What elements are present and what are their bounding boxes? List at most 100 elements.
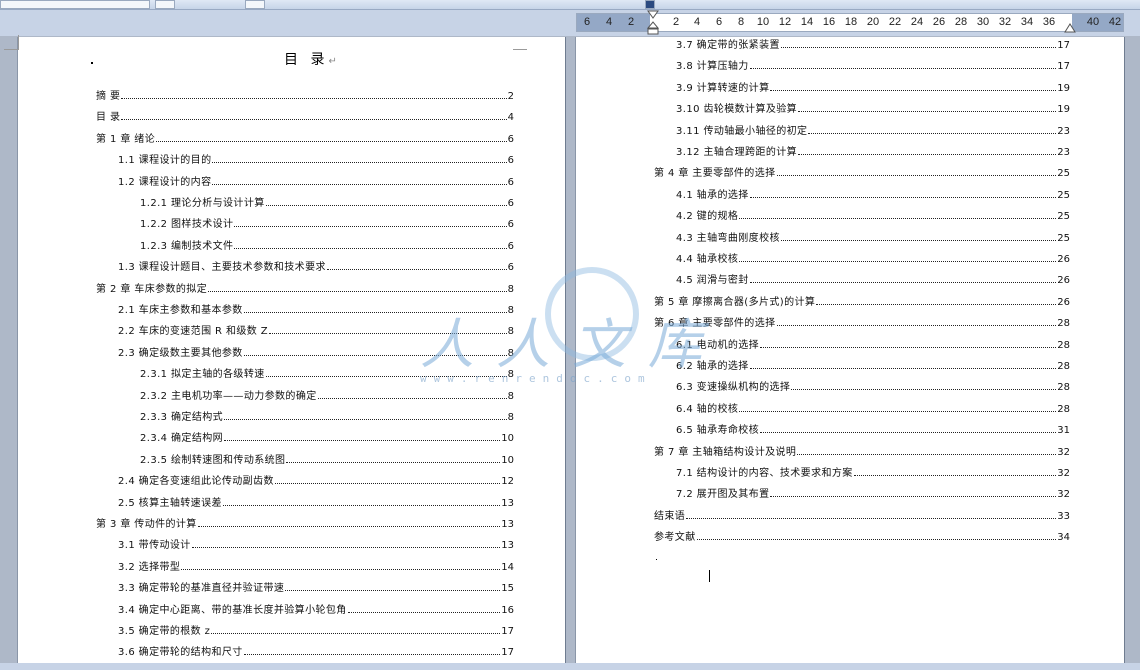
toc-entry[interactable]: 7.2 展开图及其布置 32 [676, 486, 1070, 500]
toc-page-number: 6 [507, 133, 514, 145]
toc-entry[interactable]: 6.1 电动机的选择 28 [676, 337, 1070, 351]
toc-leader-dots [749, 281, 1057, 284]
toc-entry[interactable]: 2.3.5 绘制转速图和传动系统图 10 [140, 452, 514, 466]
toc-entry[interactable]: 1.3 课程设计题目、主要技术参数和技术要求 6 [118, 259, 514, 273]
toc-entry[interactable]: 2.3.2 主电机功率——动力参数的确定 8 [140, 388, 514, 402]
toc-entry[interactable]: 4.2 键的规格 25 [676, 208, 1070, 222]
toc-leader-dots [780, 239, 1057, 241]
toc-entry[interactable]: 第 3 章 传动件的计算 13 [96, 516, 514, 530]
toolbar-button[interactable] [155, 0, 175, 9]
toc-entry[interactable]: 第 7 章 主轴箱结构设计及说明 32 [654, 444, 1070, 458]
toc-entry[interactable]: 2.3.3 确定结构式 8 [140, 409, 514, 423]
toc-entry[interactable]: 3.4 确定中心距离、带的基准长度并验算小轮包角 16 [118, 602, 514, 616]
toc-leader-dots [739, 217, 1057, 220]
toc-entry-text: 6.5 轴承寿命校核 [676, 425, 760, 437]
ruler-tick-label: 20 [866, 16, 880, 28]
toc-entry[interactable]: 6.2 轴承的选择 28 [676, 358, 1070, 372]
toc-page-number: 10 [501, 454, 514, 466]
toc-entry[interactable]: 7.1 结构设计的内容、技术要求和方案 32 [676, 465, 1070, 479]
toolbar-field[interactable] [0, 0, 150, 9]
toc-entry[interactable]: 摘 要 2 [96, 88, 514, 102]
toc-entry-text: 4.1 轴承的选择 [676, 189, 749, 201]
toolbar-strip [0, 0, 1140, 10]
toc-page-number: 32 [1057, 446, 1070, 458]
toc-leader-dots [191, 546, 501, 549]
toc-entry-text: 第 3 章 传动件的计算 [96, 519, 197, 530]
toc-leader-dots [696, 538, 1057, 541]
toc-entry[interactable]: 3.5 确定带的根数 z 17 [118, 623, 514, 637]
ruler-tick-label: 34 [1020, 16, 1034, 28]
toc-entry[interactable]: 2.5 核算主轴转速误差 13 [118, 495, 514, 509]
crop-mark [513, 35, 527, 50]
toc-entry[interactable]: 3.3 确定带轮的基准直径并验证带速 15 [118, 580, 514, 594]
toc-entry[interactable]: 参考文献 34 [654, 529, 1070, 543]
toc-entry[interactable]: 1.2.3 编制技术文件 6 [140, 238, 514, 252]
toc-entry[interactable]: 2.4 确定各变速组此论传动副齿数 12 [118, 473, 514, 487]
ruler-tick-label: 10 [756, 16, 770, 28]
toc-leader-dots [285, 589, 501, 592]
toc-entry[interactable]: 6.4 轴的校核 28 [676, 401, 1070, 415]
toc-leader-dots [317, 397, 507, 399]
toc-entry-text: 2.1 车床主参数和基本参数 [118, 305, 243, 316]
toc-entry[interactable]: 第 4 章 主要零部件的选择 25 [654, 165, 1070, 179]
toc-entry[interactable]: 3.1 带传动设计 13 [118, 537, 514, 551]
paragraph-mark [91, 62, 93, 64]
toc-leader-dots [770, 89, 1057, 91]
toc-leader-dots [224, 418, 507, 420]
toc-leader-dots [222, 504, 501, 506]
toc-entry[interactable]: 1.1 课程设计的目的 6 [118, 152, 514, 166]
ruler-tick-label: 8 [737, 16, 745, 28]
toc-entry[interactable]: 3.2 选择带型 14 [118, 559, 514, 573]
ruler-tick-label: 16 [822, 16, 836, 28]
toc-leader-dots [197, 525, 501, 527]
toolbar-button[interactable] [645, 0, 655, 9]
toolbar-button[interactable] [245, 0, 265, 9]
text-cursor [709, 570, 710, 582]
toc-entry[interactable]: 4.4 轴承校核 26 [676, 251, 1070, 265]
toc-entry[interactable]: 3.10 齿轮模数计算及验算 19 [676, 101, 1070, 115]
toc-entry[interactable]: 6.3 变速操纵机构的选择 28 [676, 379, 1070, 393]
toc-page-number: 32 [1057, 489, 1070, 501]
toc-entry-text: 2.3 确定级数主要其他参数 [118, 347, 243, 359]
toc-entry-text: 3.3 确定带轮的基准直径并验证带速 [118, 583, 285, 595]
toc-entry-text: 3.5 确定带的根数 z [118, 626, 211, 637]
toc-page-number: 6 [507, 198, 514, 209]
toc-entry[interactable]: 第 2 章 车床参数的拟定 8 [96, 281, 514, 295]
toc-entry[interactable]: 4.3 主轴弯曲刚度校核 25 [676, 230, 1070, 244]
toc-entry[interactable]: 目 录 4 [96, 109, 514, 123]
ruler-tick-label: 2 [672, 16, 680, 28]
toc-entry[interactable]: 2.3.4 确定结构网 10 [140, 430, 514, 444]
toc-entry-text: 3.8 计算压轴力 [676, 61, 749, 73]
toc-entry[interactable]: 3.12 主轴合理跨距的计算 23 [676, 144, 1070, 158]
toc-entry[interactable]: 3.6 确定带轮的结构和尺寸 17 [118, 644, 514, 658]
ruler-tick-label: 30 [976, 16, 990, 28]
toc-entry-text: 3.6 确定带轮的结构和尺寸 [118, 647, 243, 659]
toc-leader-dots [797, 453, 1057, 455]
toc-entry[interactable]: 结束语 33 [654, 508, 1070, 522]
toc-page-number: 19 [1057, 104, 1070, 116]
right-indent-marker-icon[interactable] [1063, 20, 1077, 34]
toc-page-number: 28 [1057, 382, 1070, 394]
toc-entry[interactable]: 第 1 章 绪论 6 [96, 131, 514, 145]
toc-entry[interactable]: 4.1 轴承的选择 25 [676, 187, 1070, 201]
toc-entry[interactable]: 1.2 课程设计的内容 6 [118, 174, 514, 188]
toc-leader-dots [853, 474, 1057, 476]
toc-entry-text: 1.2.2 图样技术设计 [140, 219, 234, 231]
toc-entry-text: 目 录 [96, 112, 121, 124]
indent-marker-icon[interactable] [646, 10, 660, 36]
toc-page-number: 28 [1057, 361, 1070, 372]
toc-entry[interactable]: 6.5 轴承寿命校核 31 [676, 422, 1070, 436]
toc-entry[interactable]: 3.8 计算压轴力 17 [676, 58, 1070, 72]
toc-entry[interactable]: 3.7 确定带的张紧装置 17 [676, 37, 1070, 51]
horizontal-ruler[interactable]: 6 4 2 2 4 6 8 10 12 14 16 18 20 22 24 26 28 30 32 34 36 40 42 [0, 10, 1140, 36]
toc-entry[interactable]: 1.2.2 图样技术设计 6 [140, 216, 514, 230]
toc-entry[interactable]: 3.11 传动轴最小轴径的初定 23 [676, 123, 1070, 137]
toc-entry[interactable]: 3.9 计算转速的计算 19 [676, 80, 1070, 94]
toc-entry-text: 4.2 键的规格 [676, 211, 739, 223]
toc-entry-text: 1.1 课程设计的目的 [118, 155, 212, 167]
toc-entry[interactable]: 4.5 润滑与密封 26 [676, 272, 1070, 286]
toc-leader-dots [211, 632, 501, 634]
toc-entry[interactable]: 1.2.1 理论分析与设计计算 6 [140, 195, 514, 209]
toc-entry-text: 3.10 齿轮模数计算及验算 [676, 104, 798, 116]
toc-entry-text: 第 1 章 绪论 [96, 133, 156, 145]
